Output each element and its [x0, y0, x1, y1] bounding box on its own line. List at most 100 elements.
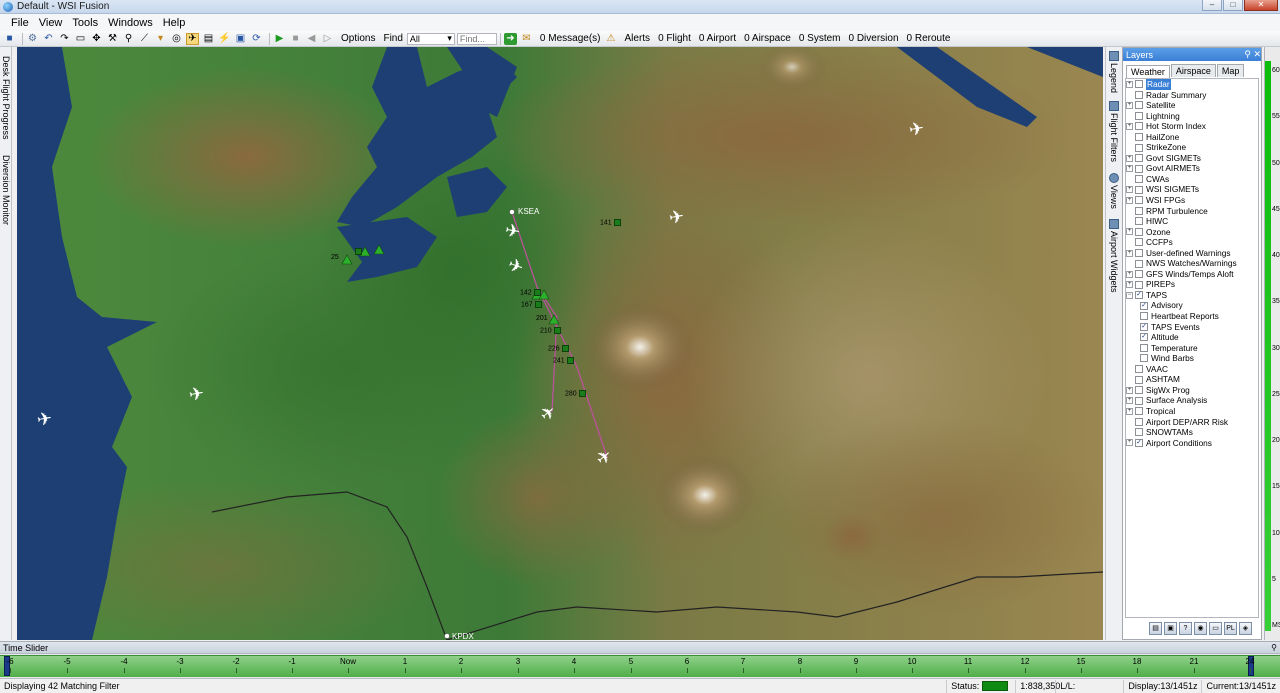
expand-icon[interactable]: +	[1126, 270, 1133, 278]
expand-icon[interactable]: +	[1126, 397, 1133, 405]
go-arrow-icon[interactable]: ➜	[503, 32, 517, 45]
layer-checkbox[interactable]	[1140, 312, 1148, 321]
terrain-map[interactable]	[17, 47, 1103, 640]
layer-item[interactable]: Radar Summary	[1126, 90, 1258, 101]
select-box-icon[interactable]: ▭	[74, 33, 87, 45]
find-input[interactable]	[456, 32, 497, 45]
altitude-label[interactable]: 210	[540, 327, 561, 334]
open-folder-icon[interactable]: ▤	[1149, 622, 1162, 635]
chart-icon[interactable]: ▤	[202, 33, 215, 45]
layer-checkbox[interactable]	[1140, 343, 1148, 352]
target-icon[interactable]: ◎	[170, 33, 183, 45]
settings-gear-icon[interactable]: ⚙	[26, 33, 39, 45]
layer-item[interactable]: + Surface Analysis	[1126, 395, 1258, 406]
layer-item[interactable]: ✓ Advisory	[1126, 300, 1258, 311]
layer-checkbox[interactable]	[1135, 375, 1143, 384]
stop-icon[interactable]: ■	[289, 33, 302, 45]
menu-help[interactable]: Help	[158, 17, 191, 29]
tab-airspace[interactable]: Airspace	[1170, 64, 1216, 77]
layer-checkbox[interactable]	[1135, 428, 1143, 437]
layer-checkbox[interactable]	[1135, 122, 1143, 131]
layer-checkbox[interactable]	[1135, 196, 1143, 205]
layer-checkbox[interactable]	[1135, 185, 1143, 194]
system-alerts-count[interactable]: 0 System	[799, 33, 841, 44]
layer-item[interactable]: SNOWTAMs	[1126, 427, 1258, 438]
pl-icon[interactable]: PL	[1224, 622, 1237, 635]
layer-item[interactable]: ✓ Altitude	[1126, 332, 1258, 343]
layer-item[interactable]: Lightning	[1126, 111, 1258, 122]
route-icon[interactable]: ⟋	[138, 33, 151, 45]
layer-checkbox[interactable]	[1135, 270, 1143, 279]
layer-checkbox[interactable]	[1135, 417, 1143, 426]
flight-alerts-count[interactable]: 0 Flight	[658, 33, 691, 44]
layer-item[interactable]: + User-defined Warnings	[1126, 248, 1258, 259]
airport-label-kpdx[interactable]: KPDX	[452, 632, 474, 640]
tab-desk-flight-progress[interactable]: Desk Flight Progress	[0, 51, 12, 145]
flight-select-icon[interactable]: ✈	[186, 32, 199, 45]
save-icon[interactable]: ■	[3, 33, 16, 45]
layer-checkbox[interactable]	[1135, 217, 1143, 226]
undo-icon[interactable]: ↶	[42, 33, 55, 45]
layer-item[interactable]: Airport DEP/ARR Risk	[1126, 417, 1258, 428]
expand-icon[interactable]: +	[1126, 80, 1133, 88]
layer-checkbox[interactable]	[1135, 227, 1143, 236]
tab-views[interactable]: Views	[1107, 171, 1121, 209]
tab-legend[interactable]: Legend	[1107, 49, 1121, 93]
options-button[interactable]: Options	[341, 33, 375, 44]
layer-item[interactable]: + PIREPs	[1126, 279, 1258, 290]
layer-checkbox[interactable]	[1135, 259, 1143, 268]
time-slider-track[interactable]: -6 -5 -4 -3 -2 -1 Now 1 2 3 4 5 6 7 8 9 10 11 12 15 18 21 24	[0, 655, 1280, 677]
zoom-icon[interactable]: ⚲	[122, 33, 135, 45]
layer-item[interactable]: + GFS Winds/Temps Aloft	[1126, 269, 1258, 280]
collapse-icon[interactable]: −	[1126, 291, 1133, 299]
tab-flight-filters[interactable]: Flight Filters	[1107, 99, 1121, 162]
altitude-label[interactable]: 25	[331, 254, 339, 261]
altitude-label[interactable]: 142	[520, 289, 541, 296]
layer-item[interactable]: HailZone	[1126, 132, 1258, 143]
expand-icon[interactable]: +	[1126, 196, 1133, 204]
layer-item[interactable]: + Ozone	[1126, 227, 1258, 238]
layer-checkbox[interactable]: ✓	[1135, 291, 1143, 300]
expand-icon[interactable]: +	[1126, 122, 1133, 130]
redo-icon[interactable]: ↷	[58, 33, 71, 45]
layer-item[interactable]: + WSI SIGMETs	[1126, 184, 1258, 195]
layers-stack-icon[interactable]: ◈	[1239, 622, 1252, 635]
layer-item[interactable]: − ✓ TAPS	[1126, 290, 1258, 301]
layers-panel-controls[interactable]: ⚲ ✕	[1244, 49, 1261, 60]
play-icon[interactable]: ▶	[273, 33, 286, 45]
layer-item[interactable]: Wind Barbs	[1126, 353, 1258, 364]
altitude-label[interactable]: 280	[565, 390, 586, 397]
expand-icon[interactable]: +	[1126, 165, 1133, 173]
minimize-button[interactable]: –	[1202, 0, 1222, 11]
messages-count[interactable]: 0 Message(s)	[540, 33, 601, 44]
airport-kpdx-marker[interactable]	[444, 633, 450, 639]
help-icon[interactable]: ?	[1179, 622, 1192, 635]
layer-checkbox[interactable]	[1135, 164, 1143, 173]
layer-item[interactable]: RPM Turbulence	[1126, 206, 1258, 217]
expand-icon[interactable]: +	[1126, 386, 1133, 394]
layer-item[interactable]: VAAC	[1126, 364, 1258, 375]
altitude-label[interactable]: 141	[600, 219, 621, 226]
save-layers-icon[interactable]: ▣	[1164, 622, 1177, 635]
layer-checkbox[interactable]	[1135, 386, 1143, 395]
layer-checkbox[interactable]	[1135, 175, 1143, 184]
layer-item[interactable]: + SigWx Prog	[1126, 385, 1258, 396]
layer-item[interactable]: + Hot Storm Index	[1126, 121, 1258, 132]
layer-checkbox[interactable]	[1140, 354, 1148, 363]
layer-item[interactable]: + Satellite	[1126, 100, 1258, 111]
pan-icon[interactable]: ✥	[90, 33, 103, 45]
layer-item[interactable]: + WSI FPGs	[1126, 195, 1258, 206]
altitude-label[interactable]: 167	[521, 301, 542, 308]
altitude-label[interactable]: 226	[548, 345, 569, 352]
layer-checkbox[interactable]	[1135, 365, 1143, 374]
maximize-button[interactable]: □	[1223, 0, 1243, 11]
layer-item[interactable]: CWAs	[1126, 174, 1258, 185]
diversion-alerts-count[interactable]: 0 Diversion	[849, 33, 899, 44]
layer-checkbox[interactable]: ✓	[1135, 438, 1143, 447]
layer-checkbox[interactable]	[1135, 407, 1143, 416]
layer-checkbox[interactable]	[1135, 280, 1143, 289]
tools-icon[interactable]: ⚡	[218, 33, 231, 45]
refresh-icon[interactable]: ⟳	[250, 33, 263, 45]
globe-icon[interactable]: ◉	[1194, 622, 1207, 635]
expand-icon[interactable]: +	[1126, 407, 1133, 415]
